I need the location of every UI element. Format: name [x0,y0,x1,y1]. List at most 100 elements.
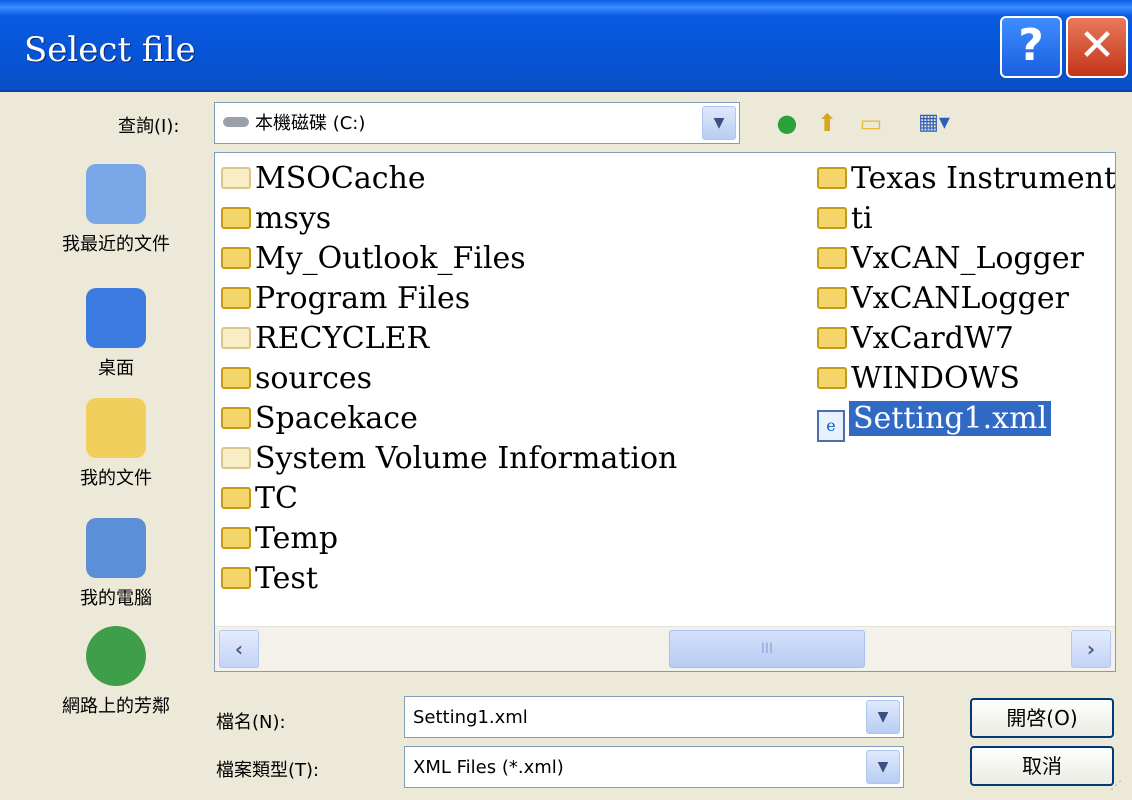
folder-icon [221,287,251,309]
folder-icon [221,367,251,389]
list-item-label: Test [255,561,318,596]
list-item[interactable]: MSOCache [221,159,426,199]
chevron-down-icon[interactable]: ▼ [702,106,736,140]
desktop-icon [86,288,146,348]
place-recent-label: 我最近的文件 [62,234,170,255]
my-documents-icon [86,398,146,458]
list-item-selected[interactable]: e Setting1.xml [817,399,1052,442]
folder-icon [817,327,847,349]
cancel-button[interactable]: 取消 [970,746,1114,786]
folder-icon [221,167,251,189]
folder-icon [221,447,251,469]
title-bar: Select file ? ✕ [0,0,1132,92]
list-item[interactable]: Program Files [221,279,470,319]
list-item-label: sources [255,361,373,396]
resize-grip-icon[interactable]: ⋰ [1110,778,1126,794]
place-desktop-label: 桌面 [98,358,134,379]
chevron-down-icon[interactable]: ▼ [866,750,900,784]
folder-icon [221,407,251,429]
look-in-combo[interactable]: 本機磁碟 (C:) ▼ [214,102,740,144]
folder-icon [221,327,251,349]
list-item[interactable]: Texas Instruments [817,159,1116,199]
scroll-left-button[interactable]: ‹ [219,630,259,668]
folder-icon [221,527,251,549]
dialog-title: Select file [24,30,196,70]
list-item[interactable]: ti [817,199,873,239]
list-item-label: msys [255,201,332,236]
folder-icon [817,367,847,389]
list-item-label: Program Files [255,281,471,316]
list-item[interactable]: Test [221,559,318,599]
new-folder-icon[interactable]: ▭ [856,108,886,138]
filetype-value: XML Files (*.xml) [413,757,564,778]
look-in-value: 本機磁碟 (C:) [223,103,365,145]
list-item[interactable]: Temp [221,519,338,559]
folder-icon [221,567,251,589]
place-recent[interactable]: 我最近的文件 [28,164,204,256]
drive-icon [223,117,249,127]
place-my-documents[interactable]: 我的文件 [28,398,204,490]
place-my-computer[interactable]: 我的電腦 [28,518,204,610]
help-button[interactable]: ? [1000,16,1062,78]
filename-input[interactable]: Setting1.xml ▼ [404,696,904,738]
places-bar: 我最近的文件 桌面 我的文件 我的電腦 網路上的芳鄰 [28,150,204,790]
view-menu-icon[interactable]: ▦▾ [904,108,964,138]
list-item-label: TC [255,481,298,516]
list-item[interactable]: msys [221,199,331,239]
filename-label: 檔名(N): [216,712,286,733]
place-desktop[interactable]: 桌面 [28,288,204,380]
list-item-label: System Volume Information [255,441,678,476]
recent-documents-icon [86,164,146,224]
list-item-label: VxCAN_Logger [851,241,1084,276]
open-button[interactable]: 開啓(O) [970,698,1114,738]
filetype-label: 檔案類型(T): [216,760,320,781]
look-in-label: 查詢(I): [118,116,180,137]
folder-icon [221,207,251,229]
list-item-label: Setting1.xml [849,401,1052,436]
list-item-label: My_Outlook_Files [255,241,526,276]
list-item-label: Texas Instruments [851,161,1116,196]
horizontal-scrollbar[interactable]: ‹ III › [215,626,1115,671]
list-item[interactable]: VxCAN_Logger [817,239,1084,279]
filename-value: Setting1.xml [413,707,528,728]
list-item[interactable]: VxCANLogger [817,279,1069,319]
list-item-label: Temp [255,521,339,556]
list-item[interactable]: VxCardW7 [817,319,1014,359]
list-item[interactable]: TC [221,479,298,519]
file-list[interactable]: MSOCache msys My_Outlook_Files Program F… [214,152,1116,672]
folder-icon [817,207,847,229]
list-item[interactable]: Spacekace [221,399,418,439]
back-icon[interactable]: ● [772,108,802,138]
place-my-documents-label: 我的文件 [80,468,152,489]
list-item-label: WINDOWS [851,361,1020,396]
filetype-select[interactable]: XML Files (*.xml) ▼ [404,746,904,788]
folder-icon [817,247,847,269]
network-places-icon [86,626,146,686]
chevron-down-icon[interactable]: ▼ [866,700,900,734]
folder-icon [221,247,251,269]
xml-file-icon: e [817,410,845,442]
scroll-thumb[interactable]: III [669,630,865,668]
up-folder-icon[interactable]: ⬆ [812,108,842,138]
place-network[interactable]: 網路上的芳鄰 [28,626,204,718]
list-item[interactable]: System Volume Information [221,439,677,479]
scroll-right-button[interactable]: › [1071,630,1111,668]
list-item-label: ti [851,201,873,236]
look-in-text: 本機磁碟 (C:) [255,113,366,134]
select-file-dialog: Select file ? ✕ 查詢(I): 本機磁碟 (C:) ▼ ● ⬆ ▭… [0,0,1132,800]
list-item-label: RECYCLER [255,321,430,356]
folder-icon [221,487,251,509]
place-my-computer-label: 我的電腦 [80,588,152,609]
list-item[interactable]: WINDOWS [817,359,1020,399]
list-item[interactable]: My_Outlook_Files [221,239,526,279]
close-button[interactable]: ✕ [1066,16,1128,78]
folder-icon [817,287,847,309]
list-item-label: MSOCache [255,161,426,196]
list-item[interactable]: RECYCLER [221,319,429,359]
folder-icon [817,167,847,189]
list-item[interactable]: sources [221,359,372,399]
place-network-label: 網路上的芳鄰 [62,696,170,717]
my-computer-icon [86,518,146,578]
list-item-label: VxCardW7 [851,321,1014,356]
list-item-label: Spacekace [255,401,418,436]
